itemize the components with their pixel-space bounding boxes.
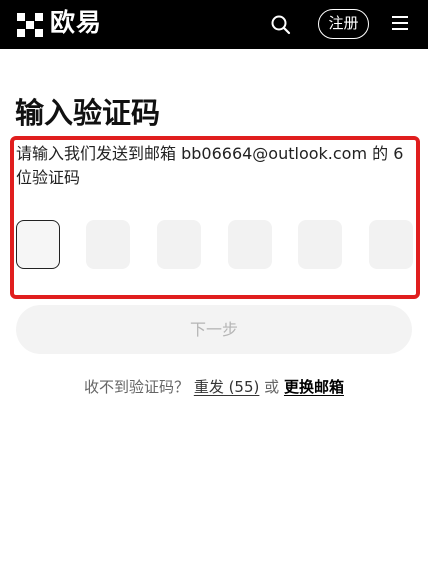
or-text: 或 bbox=[264, 378, 280, 396]
code-digit-input-2[interactable] bbox=[86, 220, 130, 269]
hamburger-menu-icon[interactable] bbox=[392, 16, 410, 32]
brand-name[interactable]: 欧易 bbox=[50, 6, 102, 40]
resend-prompt: 收不到验证码？ bbox=[84, 378, 190, 396]
verification-instruction: 请输入我们发送到邮箱 bb06664@outlook.com 的 6 位验证码 bbox=[16, 144, 404, 187]
code-digit-input-3[interactable] bbox=[157, 220, 201, 269]
okx-logo-icon[interactable] bbox=[15, 9, 45, 39]
resend-code-link[interactable]: 重发 (55) bbox=[194, 378, 260, 396]
change-email-link[interactable]: 更换邮箱 bbox=[284, 378, 344, 396]
code-digit-input-4[interactable] bbox=[228, 220, 272, 269]
resend-row: 收不到验证码？ 重发 (55) 或 更换邮箱 bbox=[0, 375, 428, 399]
register-button[interactable]: 注册 bbox=[318, 9, 369, 39]
page-title: 输入验证码 bbox=[15, 96, 161, 130]
code-digit-input-1[interactable] bbox=[16, 220, 60, 269]
search-icon[interactable] bbox=[270, 14, 292, 36]
code-digit-input-5[interactable] bbox=[298, 220, 342, 269]
code-digit-input-6[interactable] bbox=[369, 220, 413, 269]
next-step-button[interactable]: 下一步 bbox=[16, 305, 412, 354]
top-navigation-bar: 欧易 注册 bbox=[0, 0, 428, 49]
